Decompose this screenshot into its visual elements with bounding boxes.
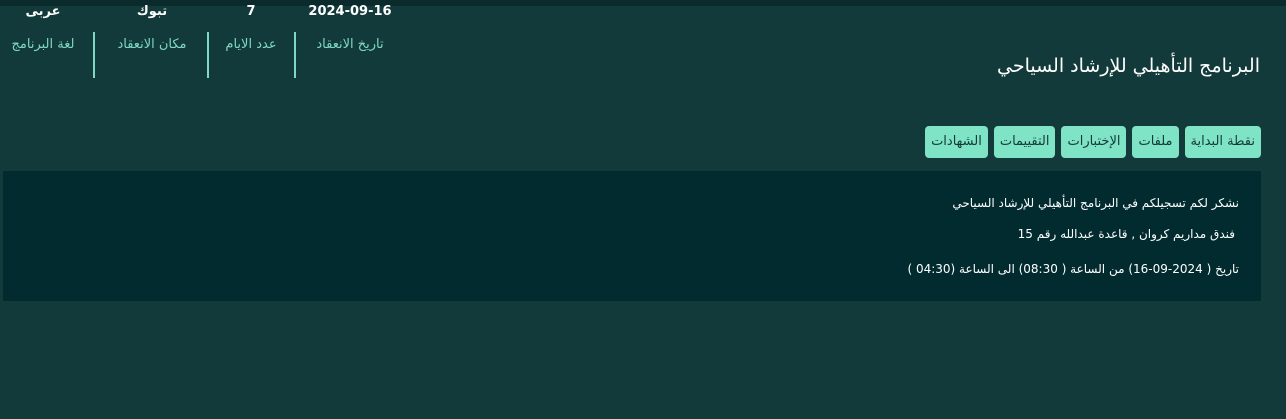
program-tabs: نقطة البداية ملفات الإختبارات التقييمات …	[925, 126, 1261, 158]
stat-date-value: 2024-09-16	[308, 4, 392, 19]
stat-divider	[294, 32, 296, 78]
stat-divider	[207, 32, 209, 78]
stat-days-label: عدد الايام	[225, 37, 277, 52]
stat-divider	[93, 32, 95, 78]
stat-date: 2024-09-16 تاريخ الانعقاد	[300, 0, 400, 52]
stat-language: عربى لغة البرنامج	[0, 0, 86, 52]
thank-you-text: نشكر لكم تسجيلكم في البرنامج التأهيلي لل…	[952, 196, 1239, 210]
stat-date-label: تاريخ الانعقاد	[316, 37, 384, 52]
tab-exams[interactable]: الإختبارات	[1061, 126, 1127, 158]
stat-language-label: لغة البرنامج	[11, 37, 75, 52]
stat-language-value: عربى	[25, 4, 61, 19]
content-panel: نشكر لكم تسجيلكم في البرنامج التأهيلي لل…	[3, 171, 1261, 301]
tab-evaluations[interactable]: التقييمات	[993, 126, 1056, 158]
schedule-text: تاريخ ( 2024-09-16) من الساعة ( 08:30) ا…	[907, 262, 1239, 276]
stat-days-value: 7	[246, 4, 256, 19]
tab-certificates[interactable]: الشهادات	[925, 126, 988, 158]
tab-files[interactable]: ملفات	[1132, 126, 1179, 158]
stat-days: 7 عدد الايام	[210, 0, 292, 52]
venue-text: فندق مداريم كروان , قاعدة عبدالله رقم 15	[1017, 227, 1235, 241]
stat-location-value: تبوك	[136, 4, 168, 19]
stat-location: تبوك مكان الانعقاد	[100, 0, 204, 52]
stat-location-label: مكان الانعقاد	[117, 37, 187, 52]
tab-starting-point[interactable]: نقطة البداية	[1184, 126, 1261, 158]
page-title: البرنامج التأهيلي للإرشاد السياحي	[997, 55, 1260, 77]
